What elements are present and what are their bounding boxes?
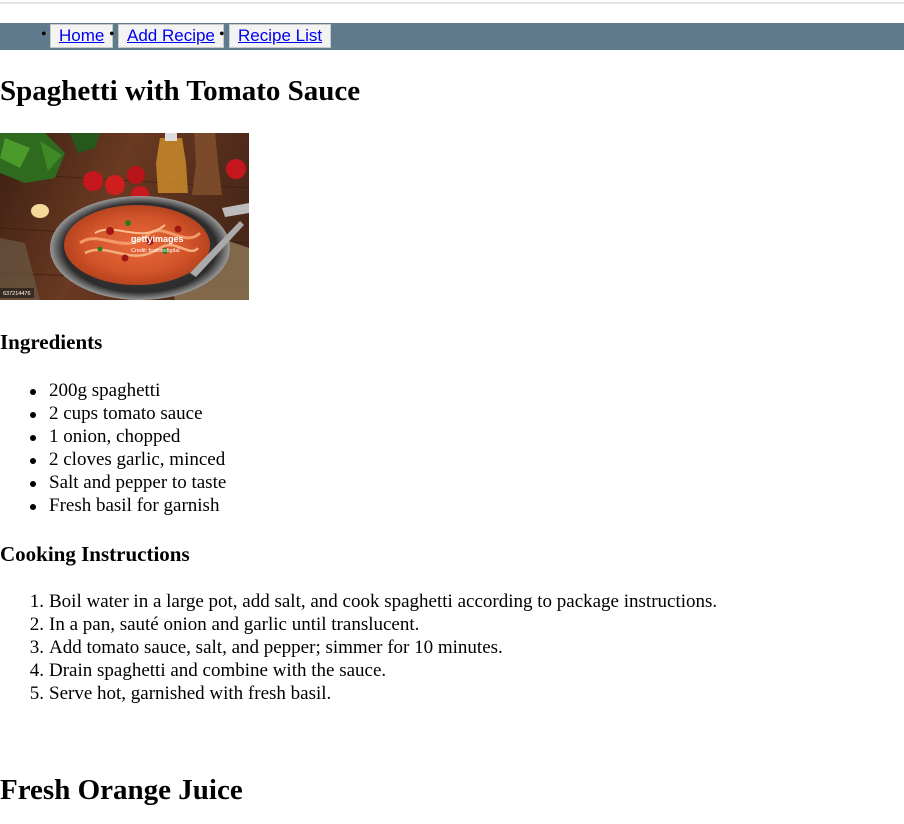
list-item: 2 cups tomato sauce	[0, 402, 226, 425]
photo-credit: Credit: fcafotodigital	[131, 248, 180, 254]
step-number: 1.	[29, 591, 44, 612]
ingredients-heading: Ingredients	[0, 330, 103, 354]
list-bullet	[30, 412, 36, 418]
list-bullet	[30, 481, 36, 487]
home-link[interactable]: Home	[50, 24, 114, 48]
list-item: 1. Boil water in a large pot, add salt, a…	[0, 590, 717, 613]
add-recipe-link[interactable]: Add Recipe	[118, 24, 224, 48]
list-bullet	[30, 458, 36, 464]
list-item: 3. Add tomato sauce, salt, and pepper; si…	[0, 636, 717, 659]
ingredient-text: 1 onion, chopped	[49, 426, 181, 447]
list-item: 2. In a pan, sauté onion and garlic until…	[0, 613, 717, 636]
step-text: Add tomato sauce, salt, and pepper; simm…	[49, 637, 503, 658]
list-item: 5. Serve hot, garnished with fresh basil.	[0, 682, 717, 705]
ingredient-text: 2 cups tomato sauce	[49, 403, 203, 424]
recipe-photo: gettyimages Credit: fcafotodigital 63721…	[0, 133, 249, 300]
ingredient-text: Salt and pepper to taste	[49, 472, 227, 493]
ingredients-list: 200g spaghetti 2 cups tomato sauce 1 oni…	[0, 379, 226, 517]
top-divider	[0, 2, 904, 4]
list-item: 1 onion, chopped	[0, 425, 226, 448]
recipe-title: Spaghetti with Tomato Sauce	[0, 75, 361, 107]
nav-bullet: •	[109, 26, 115, 43]
list-item: 200g spaghetti	[0, 379, 226, 402]
step-text: In a pan, sauté onion and garlic until t…	[49, 614, 420, 635]
step-number: 2.	[29, 614, 44, 635]
nav-bullet: •	[41, 26, 47, 43]
getty-watermark: gettyimages	[131, 234, 184, 244]
ingredient-text: Fresh basil for garnish	[49, 495, 220, 516]
image-code: 637214476	[3, 291, 31, 297]
ingredient-text: 2 cloves garlic, minced	[49, 449, 226, 470]
recipe-list-link[interactable]: Recipe List	[229, 24, 332, 48]
list-bullet	[30, 504, 36, 510]
list-item: 2 cloves garlic, minced	[0, 448, 226, 471]
step-text: Boil water in a large pot, add salt, and…	[49, 591, 718, 612]
step-text: Serve hot, garnished with fresh basil.	[49, 683, 332, 704]
list-item: 4. Drain spaghetti and combine with the s…	[0, 659, 717, 682]
step-number: 5.	[29, 683, 44, 704]
ingredient-text: 200g spaghetti	[49, 380, 161, 401]
step-text: Drain spaghetti and combine with the sau…	[49, 660, 387, 681]
step-number: 3.	[29, 637, 44, 658]
list-item: Salt and pepper to taste	[0, 471, 226, 494]
nav-bar: • Home • Add Recipe • Recipe List	[0, 23, 904, 50]
list-bullet	[30, 435, 36, 441]
list-item: Fresh basil for garnish	[0, 494, 226, 517]
list-bullet	[30, 389, 36, 395]
step-number: 4.	[29, 660, 44, 681]
instructions-list: 1. Boil water in a large pot, add salt, a…	[0, 590, 717, 705]
recipe-title-2: Fresh Orange Juice	[0, 774, 243, 806]
instructions-heading: Cooking Instructions	[0, 542, 190, 566]
nav-bullet: •	[219, 26, 225, 43]
